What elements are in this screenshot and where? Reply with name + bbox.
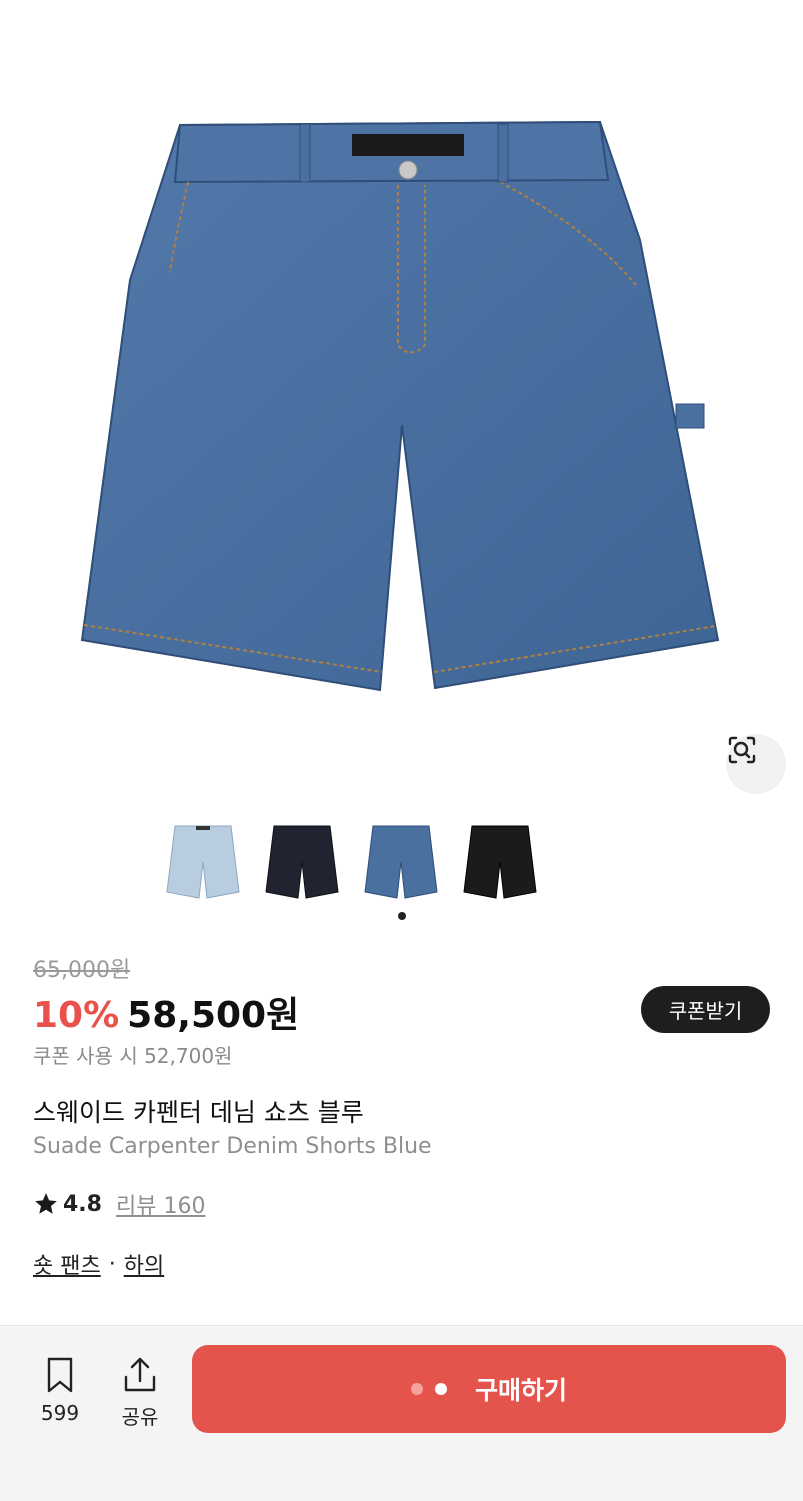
thumbnail-blue[interactable] xyxy=(361,822,441,902)
buy-button[interactable]: 구매하기 xyxy=(192,1345,786,1433)
bookmark-button[interactable]: 599 xyxy=(30,1355,90,1435)
sale-price: 58,500원 xyxy=(127,995,300,1036)
product-title-korean: 스웨이드 카펜터 데님 쇼츠 블루 xyxy=(33,1098,364,1127)
discount-rate: 10% xyxy=(33,995,120,1036)
original-price: 65,000원 xyxy=(33,958,131,983)
shorts-thumbnail-icon xyxy=(463,825,537,899)
category-link-shorts[interactable]: 숏 팬츠 xyxy=(33,1248,101,1280)
thumbnail-black[interactable] xyxy=(460,822,540,902)
denim-shorts-illustration xyxy=(80,120,720,692)
product-image[interactable] xyxy=(0,0,803,810)
product-title-english: Suade Carpenter Denim Shorts Blue xyxy=(33,1134,432,1159)
shorts-thumbnail-icon xyxy=(166,825,240,899)
thumbnail-light-wash[interactable] xyxy=(163,822,243,902)
carousel-indicator xyxy=(0,912,803,922)
thumbnail-strip xyxy=(0,822,803,902)
share-button[interactable]: 공유 xyxy=(110,1355,170,1435)
bookmark-icon xyxy=(47,1357,73,1393)
price-row: 10% 58,500원 xyxy=(33,986,299,1036)
share-label: 공유 xyxy=(121,1405,159,1429)
coupon-price-note: 쿠폰 사용 시 52,700원 xyxy=(33,1044,233,1068)
share-icon xyxy=(124,1357,156,1392)
shorts-thumbnail-icon xyxy=(265,825,339,899)
get-coupon-button[interactable]: 쿠폰받기 xyxy=(641,986,770,1033)
thumbnail-black-navy[interactable] xyxy=(262,822,342,902)
star-icon xyxy=(35,1193,57,1214)
carousel-dot xyxy=(397,912,406,920)
rating-value: 4.8 xyxy=(63,1191,102,1217)
category-link-bottoms[interactable]: 하의 xyxy=(124,1248,164,1280)
category-separator: · xyxy=(108,1251,116,1277)
buy-loading-indicator xyxy=(410,1383,459,1395)
shorts-thumbnail-icon xyxy=(364,825,438,899)
buy-label: 구매하기 xyxy=(474,1376,567,1405)
loading-dot xyxy=(410,1383,423,1395)
bookmark-count: 599 xyxy=(40,1401,80,1425)
category-breadcrumb: 숏 팬츠 · 하의 xyxy=(33,1248,164,1280)
visual-search-icon xyxy=(728,736,756,764)
rating-row: 4.8 리뷰 160 xyxy=(33,1188,205,1220)
review-link[interactable]: 리뷰 160 xyxy=(116,1188,205,1220)
visual-search-button[interactable] xyxy=(726,734,786,794)
loading-dot xyxy=(434,1383,447,1395)
